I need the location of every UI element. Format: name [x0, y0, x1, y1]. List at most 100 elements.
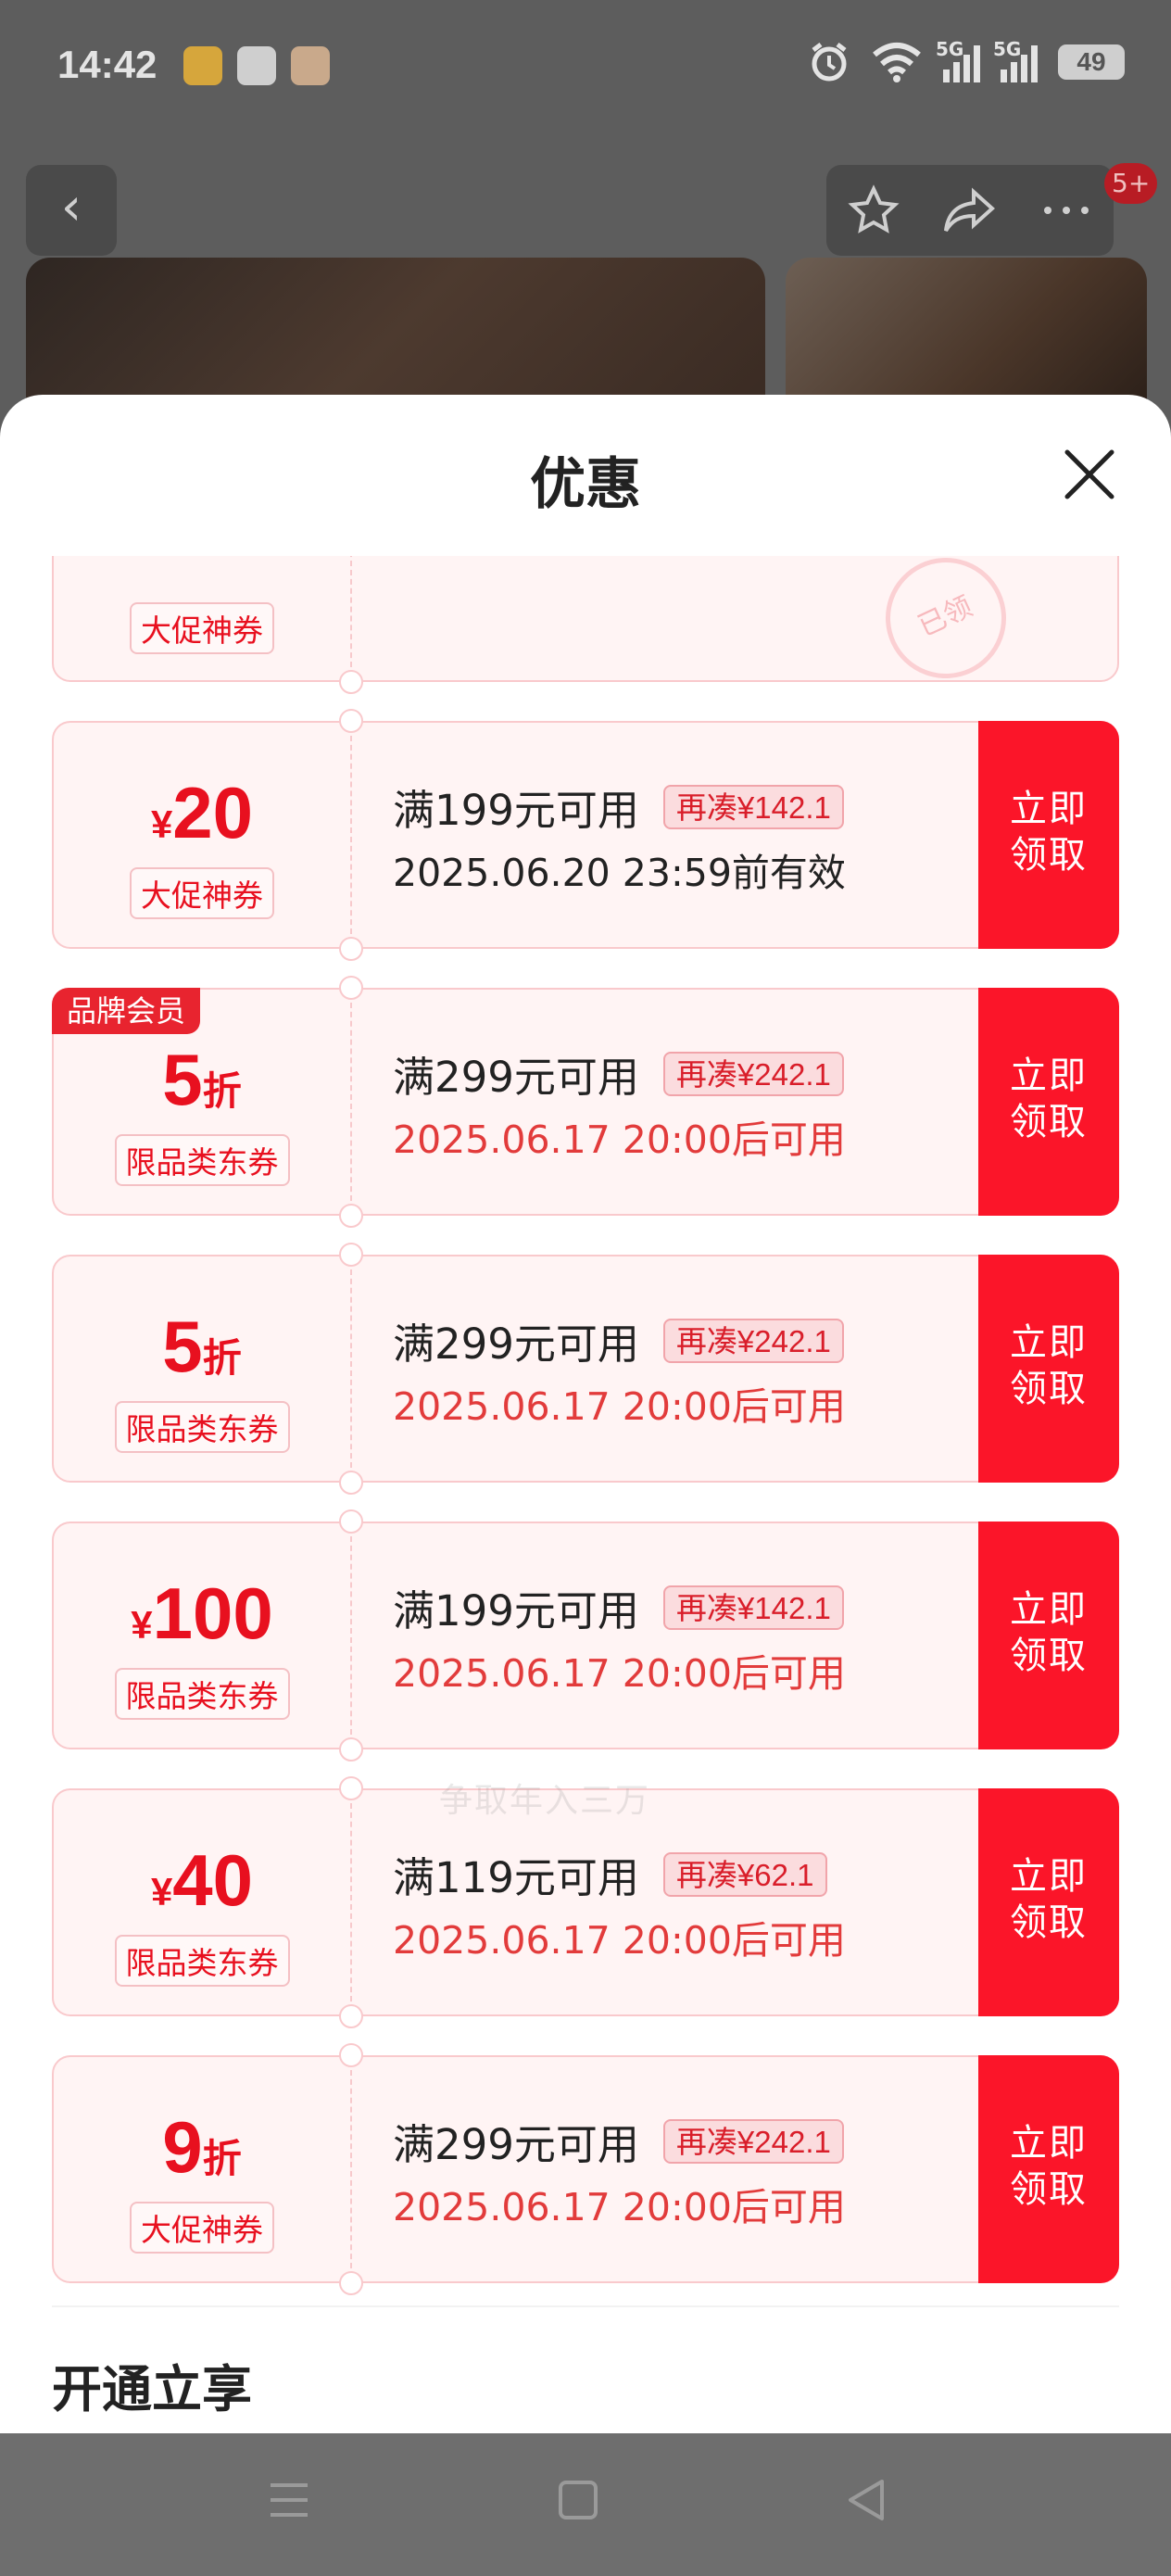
claim-button[interactable]: 立即 领取 [978, 721, 1119, 949]
coupon-validity: 2025.06.17 20:00后可用 [393, 1384, 846, 1429]
coupon-notch [339, 2271, 363, 2295]
coupon-condition: 满299元可用 再凑¥242.1 [393, 1310, 844, 1370]
coupon-card[interactable]: ¥100 限品类东券 满199元可用 再凑¥142.1 2025.06.17 20:00… [52, 1509, 1119, 1762]
discount-unit: 折 [202, 1069, 242, 1113]
app-icon [291, 46, 330, 85]
coupon-value-area: ¥40 限品类东券 [54, 1790, 350, 2014]
currency-symbol: ¥ [150, 1870, 173, 1913]
coupon-type-tag: 大促神券 [130, 867, 274, 919]
section-title: 开通立享 [52, 2360, 252, 2418]
coupon-card[interactable]: ¥40 限品类东券 满119元可用 再凑¥62.1 2025.06.17 20:00后可… [52, 1776, 1119, 2028]
condition-text: 满299元可用 [393, 2120, 639, 2169]
coupon-notch [339, 1737, 363, 1762]
signal-icon: 5G [993, 38, 1038, 82]
product-image [26, 258, 765, 406]
divider [52, 2305, 1119, 2307]
coupon-value-area: 5折限品类东券 [54, 1256, 350, 1481]
coupon-card[interactable]: 5折 限品类东券 满299元可用 再凑¥242.1 2025.06.17 20:00后可… [52, 1243, 1119, 1495]
condition-text: 满199元可用 [393, 1586, 639, 1635]
condition-text: 满299元可用 [393, 1053, 639, 1102]
claim-button[interactable]: 立即 领取 [978, 1255, 1119, 1483]
menu-icon[interactable] [267, 2478, 311, 2522]
coupon-amount: 5折 [54, 1038, 350, 1122]
watermark: 争取年入三万 [439, 1782, 651, 1820]
discount-unit: 折 [202, 1336, 242, 1380]
top-actions [826, 165, 1114, 256]
coupon-card[interactable]: ¥20 大促神券 满199元可用 再凑¥142.1 2025.06.20 23:59前有… [52, 709, 1119, 961]
coupon-notch [339, 709, 363, 733]
coupon-condition: 满299元可用 再凑¥242.1 [393, 1043, 844, 1104]
home-icon[interactable] [558, 2478, 598, 2522]
star-icon[interactable] [848, 184, 900, 236]
discount-unit: 折 [202, 2137, 242, 2180]
coupon-type-tag: 限品类东券 [114, 1134, 290, 1186]
coupon-amount: 9折 [54, 2105, 350, 2190]
status-icons: 5G 5G 49 [808, 38, 1125, 83]
coupon-type-tag: 限品类东券 [114, 1401, 290, 1453]
coupon-divider [350, 2070, 352, 2268]
coupon-divider [350, 1003, 352, 1201]
coupon-value-area: ¥20 大促神券 [54, 723, 350, 947]
wifi-icon [873, 43, 921, 82]
more-icon[interactable] [1040, 201, 1092, 220]
back-button[interactable]: ‹ [26, 165, 117, 256]
member-badge: 品牌会员 [52, 988, 201, 1034]
close-icon[interactable] [1060, 445, 1119, 504]
coupon-card[interactable]: 5折限品类东券 品牌会员满299元可用 再凑¥242.1 2025.06.17 20:… [52, 976, 1119, 1228]
coupon-type-tag: 限品类东券 [114, 1935, 290, 1987]
status-bar: 14:42 5G 5G 49 [0, 0, 1171, 139]
coupon-notch [339, 976, 363, 1000]
top-up-chip: 再凑¥142.1 [662, 1585, 844, 1630]
top-up-chip: 再凑¥242.1 [662, 2118, 844, 2164]
coupon-amount: ¥20 [54, 771, 350, 855]
alarm-icon [812, 43, 847, 82]
spotify-icon [237, 46, 276, 85]
coupon-validity: 2025.06.17 20:00后可用 [393, 2185, 846, 2229]
coupon-notch [339, 670, 363, 694]
coupon-card[interactable]: 9折大促神券 满299元可用 再凑¥242.1 2025.06.17 20:00后可用… [52, 2043, 1119, 2295]
coupon-list[interactable]: 大促神券2025.06.20 23:59前有效已领使用¥20大促神券满199元可… [0, 556, 1171, 2433]
claim-button[interactable]: 立即 领取 [978, 2055, 1119, 2283]
coupon-divider [350, 1536, 352, 1735]
weibo-icon [183, 46, 222, 85]
coupon-type-tag: 大促神券 [130, 602, 274, 654]
signal-icon: 5G [936, 38, 980, 82]
claim-label: 立即 领取 [1010, 1588, 1088, 1677]
coupon-value-area: 大促神券 [54, 556, 350, 680]
coupon-divider [350, 1803, 352, 2001]
coupon-value: 100 [152, 1572, 273, 1654]
coupon-value: 40 [172, 1839, 254, 1921]
status-time: 14:42 [57, 43, 157, 86]
coupon-card[interactable]: 大促神券2025.06.20 23:59前有效已领使用 [52, 556, 1119, 699]
coupon-divider [350, 736, 352, 934]
system-nav-bar [0, 2433, 1171, 2576]
claim-label: 立即 领取 [1010, 1855, 1088, 1944]
back-icon[interactable] [845, 2478, 888, 2522]
claim-label: 立即 领取 [1010, 788, 1088, 877]
claim-button[interactable]: 立即 领取 [978, 1788, 1119, 2016]
top-up-chip: 再凑¥242.1 [662, 1051, 844, 1096]
coupon-notch [339, 2043, 363, 2067]
coupon-type-tag: 大促神券 [130, 2202, 274, 2254]
coupon-validity: 2025.06.17 20:00后可用 [393, 1118, 846, 1162]
coupon-amount: ¥100 [54, 1572, 350, 1656]
top-up-chip: 再凑¥62.1 [662, 1851, 827, 1897]
sheet-title: 优惠 [530, 452, 641, 517]
coupon-value: 9 [162, 2106, 203, 2188]
currency-symbol: ¥ [150, 802, 173, 846]
condition-text: 满199元可用 [393, 786, 639, 835]
condition-text: 满299元可用 [393, 1320, 639, 1369]
coupon-condition: 满199元可用 再凑¥142.1 [393, 777, 844, 837]
coupon-divider [350, 1269, 352, 1468]
top-up-chip: 再凑¥242.1 [662, 1318, 844, 1363]
coupon-amount: ¥40 [54, 1838, 350, 1923]
coupon-amount: 5折 [54, 1305, 350, 1389]
message-badge: 5+ [1104, 163, 1158, 204]
coupon-sheet: 优惠 大促神券2025.06.20 23:59前有效已领使用¥20大促神券满19… [0, 395, 1171, 2433]
condition-text: 满119元可用 [393, 1853, 639, 1902]
claim-label: 立即 领取 [1010, 2122, 1088, 2211]
claim-button[interactable]: 立即 领取 [978, 1522, 1119, 1749]
battery-icon: 49 [1058, 44, 1125, 80]
share-icon[interactable] [942, 186, 998, 234]
claim-button[interactable]: 立即 领取 [978, 988, 1119, 1216]
